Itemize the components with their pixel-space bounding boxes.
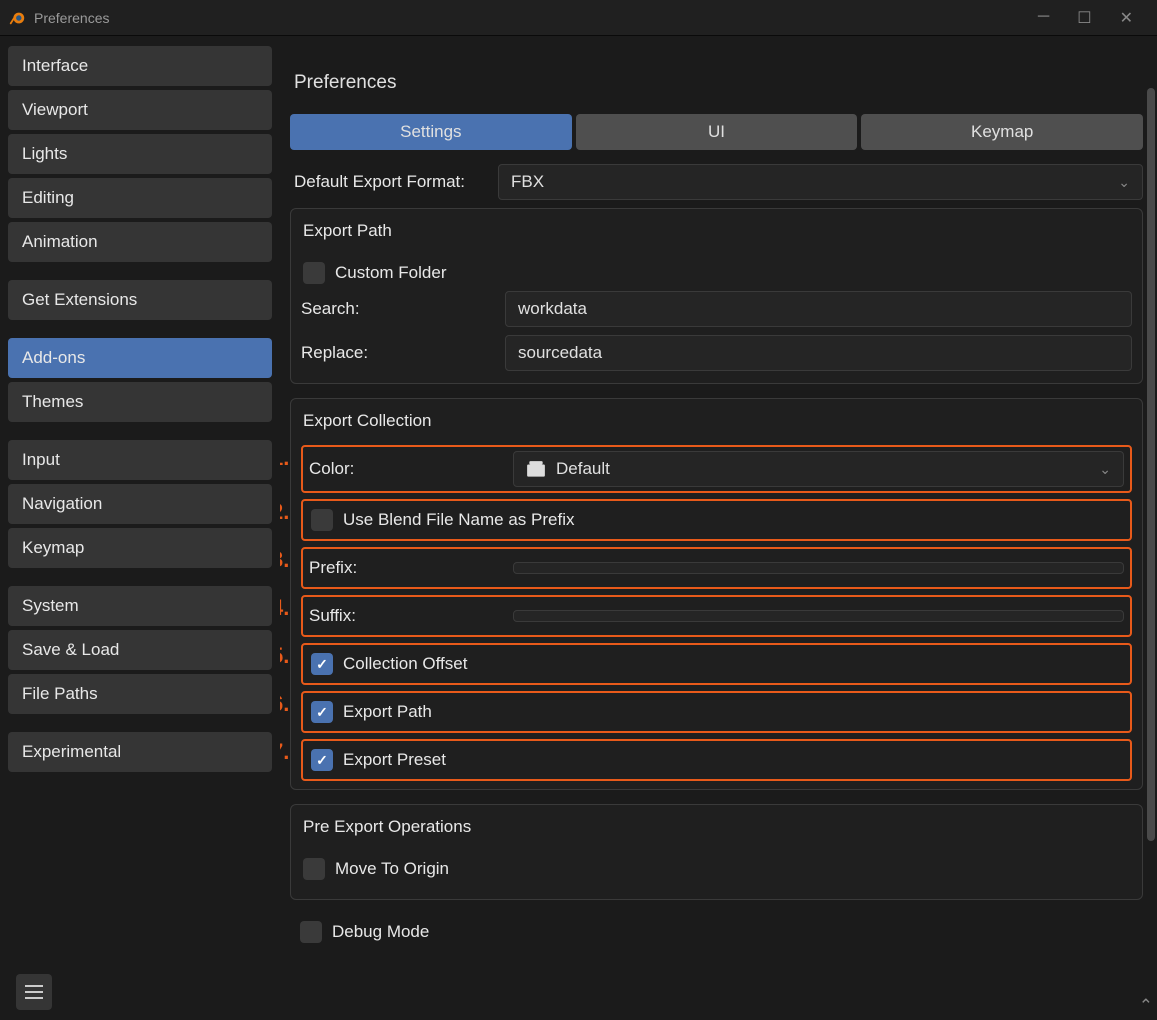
annotation-1: 1.: [280, 445, 289, 471]
app-icon: [8, 9, 26, 27]
sidebar-item-navigation[interactable]: Navigation: [8, 484, 272, 524]
export-preset-checkbox[interactable]: [311, 749, 333, 771]
hamburger-menu-button[interactable]: [16, 974, 52, 1010]
debug-mode-row: Debug Mode: [290, 914, 1143, 950]
sidebar: Interface Viewport Lights Editing Animat…: [0, 36, 280, 1020]
move-to-origin-row: Move To Origin: [301, 851, 1132, 887]
export-collection-panel: Export Collection 1. Color: Default: [290, 398, 1143, 790]
sidebar-item-get-extensions[interactable]: Get Extensions: [8, 280, 272, 320]
expand-icon[interactable]: ⌃: [1139, 996, 1153, 1016]
replace-label: Replace:: [301, 343, 497, 363]
chevron-down-icon: ⌄: [1099, 461, 1111, 478]
replace-row: Replace: sourcedata: [301, 335, 1132, 371]
annotation-3: 3.: [280, 547, 289, 573]
titlebar: Preferences ─ ☐ ✕: [0, 0, 1157, 36]
sidebar-item-system[interactable]: System: [8, 586, 272, 626]
minimize-icon[interactable]: ─: [1038, 8, 1049, 28]
sidebar-item-experimental[interactable]: Experimental: [8, 732, 272, 772]
search-row: Search: workdata: [301, 291, 1132, 327]
prefix-label: Prefix:: [309, 558, 505, 578]
move-to-origin-checkbox[interactable]: [303, 858, 325, 880]
window-title: Preferences: [34, 10, 1038, 26]
export-path-row: Export Path: [309, 697, 1124, 727]
suffix-input[interactable]: [513, 610, 1124, 622]
window-controls: ─ ☐ ✕: [1038, 8, 1149, 28]
sidebar-item-file-paths[interactable]: File Paths: [8, 674, 272, 714]
export-path-panel: Export Path Custom Folder Search: workda…: [290, 208, 1143, 384]
search-input[interactable]: workdata: [505, 291, 1132, 327]
custom-folder-checkbox[interactable]: [303, 262, 325, 284]
pre-export-panel: Pre Export Operations Move To Origin: [290, 804, 1143, 900]
prefix-row: Prefix:: [309, 553, 1124, 583]
default-export-row: Default Export Format: FBX ⌄: [290, 164, 1143, 200]
color-label: Color:: [309, 459, 505, 479]
debug-mode-checkbox[interactable]: [300, 921, 322, 943]
scrollbar[interactable]: [1147, 88, 1155, 1006]
sidebar-item-lights[interactable]: Lights: [8, 134, 272, 174]
debug-mode-label: Debug Mode: [332, 922, 429, 942]
replace-input[interactable]: sourcedata: [505, 335, 1132, 371]
export-collection-title: Export Collection: [301, 411, 1132, 431]
suffix-label: Suffix:: [309, 606, 505, 626]
suffix-row: Suffix:: [309, 601, 1124, 631]
custom-folder-row: Custom Folder: [301, 255, 1132, 291]
export-preset-label: Export Preset: [343, 750, 446, 770]
use-blend-prefix-label: Use Blend File Name as Prefix: [343, 510, 574, 530]
hamburger-icon: [25, 985, 43, 999]
tab-ui[interactable]: UI: [576, 114, 858, 150]
tab-bar: Settings UI Keymap: [290, 114, 1143, 150]
export-path-label: Export Path: [343, 702, 432, 722]
search-label: Search:: [301, 299, 497, 319]
annotation-7: 7.: [280, 739, 289, 765]
page-title: Preferences: [290, 44, 1143, 114]
maximize-icon[interactable]: ☐: [1077, 8, 1091, 28]
close-icon[interactable]: ✕: [1120, 8, 1133, 28]
color-value: Default: [556, 459, 610, 479]
annotation-6: 6.: [280, 691, 289, 717]
collection-offset-label: Collection Offset: [343, 654, 467, 674]
main-container: Interface Viewport Lights Editing Animat…: [0, 36, 1157, 1020]
use-blend-prefix-row: Use Blend File Name as Prefix: [309, 505, 1124, 535]
collection-offset-row: Collection Offset: [309, 649, 1124, 679]
collection-offset-checkbox[interactable]: [311, 653, 333, 675]
sidebar-item-interface[interactable]: Interface: [8, 46, 272, 86]
prefix-input[interactable]: [513, 562, 1124, 574]
sidebar-item-addons[interactable]: Add-ons: [8, 338, 272, 378]
content-area: Preferences Settings UI Keymap Default E…: [280, 36, 1157, 1020]
scrollbar-thumb[interactable]: [1147, 88, 1155, 841]
sidebar-item-keymap[interactable]: Keymap: [8, 528, 272, 568]
sidebar-item-themes[interactable]: Themes: [8, 382, 272, 422]
annotation-2: 2.: [280, 499, 289, 525]
default-export-label: Default Export Format:: [290, 172, 490, 192]
pre-export-title: Pre Export Operations: [301, 817, 1132, 837]
annotation-5: 5.: [280, 643, 289, 669]
collection-icon: [526, 460, 546, 478]
tab-settings[interactable]: Settings: [290, 114, 572, 150]
sidebar-item-save-load[interactable]: Save & Load: [8, 630, 272, 670]
default-export-dropdown[interactable]: FBX ⌄: [498, 164, 1143, 200]
export-path-checkbox[interactable]: [311, 701, 333, 723]
sidebar-item-input[interactable]: Input: [8, 440, 272, 480]
sidebar-item-editing[interactable]: Editing: [8, 178, 272, 218]
sidebar-item-animation[interactable]: Animation: [8, 222, 272, 262]
tab-keymap[interactable]: Keymap: [861, 114, 1143, 150]
default-export-value: FBX: [511, 172, 544, 192]
annotation-4: 4.: [280, 595, 289, 621]
color-dropdown[interactable]: Default ⌄: [513, 451, 1124, 487]
custom-folder-label: Custom Folder: [335, 263, 446, 283]
use-blend-prefix-checkbox[interactable]: [311, 509, 333, 531]
sidebar-item-viewport[interactable]: Viewport: [8, 90, 272, 130]
export-path-title: Export Path: [301, 221, 1132, 241]
export-preset-row: Export Preset: [309, 745, 1124, 775]
move-to-origin-label: Move To Origin: [335, 859, 449, 879]
color-row: Color: Default ⌄: [309, 451, 1124, 487]
chevron-down-icon: ⌄: [1118, 174, 1130, 191]
